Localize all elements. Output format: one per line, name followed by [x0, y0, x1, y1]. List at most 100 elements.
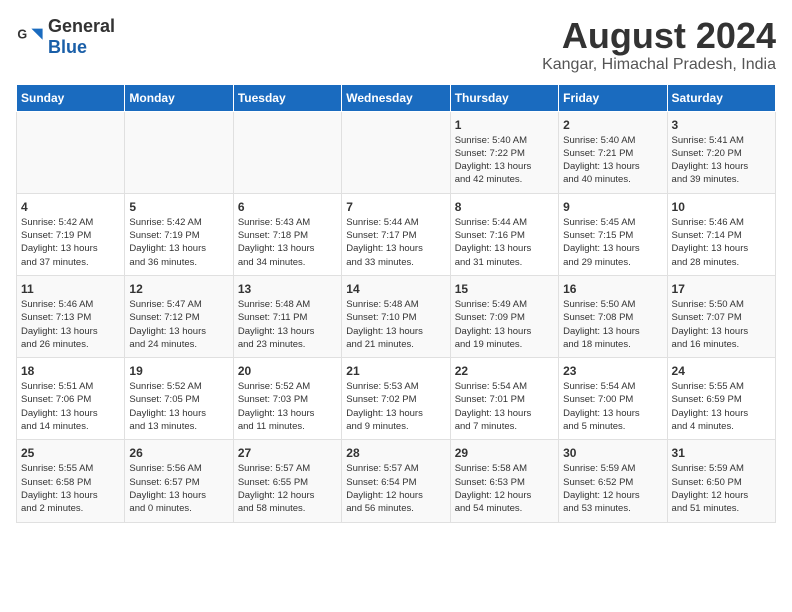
calendar-cell	[342, 111, 450, 193]
calendar-cell: 1 Sunrise: 5:40 AM Sunset: 7:22 PM Daylig…	[450, 111, 558, 193]
day-number: 6	[238, 200, 337, 214]
day-number: 17	[672, 282, 771, 296]
calendar-header: SundayMondayTuesdayWednesdayThursdayFrid…	[17, 84, 776, 111]
calendar-body: 1 Sunrise: 5:40 AM Sunset: 7:22 PM Daylig…	[17, 111, 776, 522]
day-content: Sunrise: 5:45 AM Sunset: 7:15 PM Dayligh…	[563, 216, 662, 269]
weekday-header-friday: Friday	[559, 84, 667, 111]
day-content: Sunrise: 5:49 AM Sunset: 7:09 PM Dayligh…	[455, 298, 554, 351]
day-number: 28	[346, 446, 445, 460]
calendar-cell: 12 Sunrise: 5:47 AM Sunset: 7:12 PM Dayli…	[125, 275, 233, 357]
calendar-cell: 11 Sunrise: 5:46 AM Sunset: 7:13 PM Dayli…	[17, 275, 125, 357]
day-number: 3	[672, 118, 771, 132]
weekday-header-wednesday: Wednesday	[342, 84, 450, 111]
day-content: Sunrise: 5:54 AM Sunset: 7:01 PM Dayligh…	[455, 380, 554, 433]
weekday-header-saturday: Saturday	[667, 84, 775, 111]
calendar-week-5: 25Sunrise: 5:55 AM Sunset: 6:58 PM Dayli…	[17, 440, 776, 522]
day-content: Sunrise: 5:44 AM Sunset: 7:16 PM Dayligh…	[455, 216, 554, 269]
calendar-cell: 2Sunrise: 5:40 AM Sunset: 7:21 PM Daylig…	[559, 111, 667, 193]
calendar-cell: 23 Sunrise: 5:54 AM Sunset: 7:00 PM Dayli…	[559, 358, 667, 440]
day-number: 21	[346, 364, 445, 378]
day-content: Sunrise: 5:54 AM Sunset: 7:00 PM Dayligh…	[563, 380, 662, 433]
day-content: Sunrise: 5:59 AM Sunset: 6:52 PM Dayligh…	[563, 462, 662, 515]
day-number: 11	[21, 282, 120, 296]
day-content: Sunrise: 5:57 AM Sunset: 6:54 PM Dayligh…	[346, 462, 445, 515]
calendar-cell	[233, 111, 341, 193]
day-content: Sunrise: 5:51 AM Sunset: 7:06 PM Dayligh…	[21, 380, 120, 433]
calendar-week-2: 4 Sunrise: 5:42 AM Sunset: 7:19 PM Daylig…	[17, 193, 776, 275]
day-content: Sunrise: 5:48 AM Sunset: 7:11 PM Dayligh…	[238, 298, 337, 351]
weekday-header-monday: Monday	[125, 84, 233, 111]
day-number: 15	[455, 282, 554, 296]
day-number: 19	[129, 364, 228, 378]
title-area: August 2024 Kangar, Himachal Pradesh, In…	[542, 16, 776, 74]
day-number: 20	[238, 364, 337, 378]
calendar-table: SundayMondayTuesdayWednesdayThursdayFrid…	[16, 84, 776, 523]
header: G General Blue August 2024 Kangar, Himac…	[16, 16, 776, 74]
day-number: 22	[455, 364, 554, 378]
day-content: Sunrise: 5:58 AM Sunset: 6:53 PM Dayligh…	[455, 462, 554, 515]
weekday-header-tuesday: Tuesday	[233, 84, 341, 111]
day-content: Sunrise: 5:43 AM Sunset: 7:18 PM Dayligh…	[238, 216, 337, 269]
day-number: 10	[672, 200, 771, 214]
calendar-cell: 8 Sunrise: 5:44 AM Sunset: 7:16 PM Daylig…	[450, 193, 558, 275]
day-content: Sunrise: 5:50 AM Sunset: 7:07 PM Dayligh…	[672, 298, 771, 351]
day-number: 23	[563, 364, 662, 378]
calendar-cell: 29Sunrise: 5:58 AM Sunset: 6:53 PM Dayli…	[450, 440, 558, 522]
calendar-week-4: 18Sunrise: 5:51 AM Sunset: 7:06 PM Dayli…	[17, 358, 776, 440]
day-number: 24	[672, 364, 771, 378]
day-content: Sunrise: 5:55 AM Sunset: 6:58 PM Dayligh…	[21, 462, 120, 515]
day-content: Sunrise: 5:44 AM Sunset: 7:17 PM Dayligh…	[346, 216, 445, 269]
calendar-cell: 22 Sunrise: 5:54 AM Sunset: 7:01 PM Dayli…	[450, 358, 558, 440]
calendar-cell: 24Sunrise: 5:55 AM Sunset: 6:59 PM Dayli…	[667, 358, 775, 440]
day-content: Sunrise: 5:52 AM Sunset: 7:03 PM Dayligh…	[238, 380, 337, 433]
calendar-cell: 10Sunrise: 5:46 AM Sunset: 7:14 PM Dayli…	[667, 193, 775, 275]
calendar-cell: 13Sunrise: 5:48 AM Sunset: 7:11 PM Dayli…	[233, 275, 341, 357]
day-number: 8	[455, 200, 554, 214]
day-number: 1	[455, 118, 554, 132]
day-content: Sunrise: 5:42 AM Sunset: 7:19 PM Dayligh…	[21, 216, 120, 269]
day-content: Sunrise: 5:40 AM Sunset: 7:21 PM Dayligh…	[563, 134, 662, 187]
weekday-header-row: SundayMondayTuesdayWednesdayThursdayFrid…	[17, 84, 776, 111]
day-content: Sunrise: 5:53 AM Sunset: 7:02 PM Dayligh…	[346, 380, 445, 433]
calendar-cell: 17 Sunrise: 5:50 AM Sunset: 7:07 PM Dayli…	[667, 275, 775, 357]
day-content: Sunrise: 5:57 AM Sunset: 6:55 PM Dayligh…	[238, 462, 337, 515]
day-number: 7	[346, 200, 445, 214]
calendar-cell: 31Sunrise: 5:59 AM Sunset: 6:50 PM Dayli…	[667, 440, 775, 522]
calendar-cell: 9 Sunrise: 5:45 AM Sunset: 7:15 PM Daylig…	[559, 193, 667, 275]
day-content: Sunrise: 5:40 AM Sunset: 7:22 PM Dayligh…	[455, 134, 554, 187]
day-number: 5	[129, 200, 228, 214]
calendar-cell: 28 Sunrise: 5:57 AM Sunset: 6:54 PM Dayli…	[342, 440, 450, 522]
day-number: 9	[563, 200, 662, 214]
calendar-cell: 5Sunrise: 5:42 AM Sunset: 7:19 PM Daylig…	[125, 193, 233, 275]
day-content: Sunrise: 5:56 AM Sunset: 6:57 PM Dayligh…	[129, 462, 228, 515]
calendar-cell: 26Sunrise: 5:56 AM Sunset: 6:57 PM Dayli…	[125, 440, 233, 522]
calendar-week-3: 11 Sunrise: 5:46 AM Sunset: 7:13 PM Dayli…	[17, 275, 776, 357]
calendar-cell: 18Sunrise: 5:51 AM Sunset: 7:06 PM Dayli…	[17, 358, 125, 440]
calendar-week-1: 1 Sunrise: 5:40 AM Sunset: 7:22 PM Daylig…	[17, 111, 776, 193]
day-content: Sunrise: 5:46 AM Sunset: 7:13 PM Dayligh…	[21, 298, 120, 351]
day-number: 12	[129, 282, 228, 296]
calendar-cell: 19 Sunrise: 5:52 AM Sunset: 7:05 PM Dayli…	[125, 358, 233, 440]
day-content: Sunrise: 5:50 AM Sunset: 7:08 PM Dayligh…	[563, 298, 662, 351]
calendar-cell: 7 Sunrise: 5:44 AM Sunset: 7:17 PM Daylig…	[342, 193, 450, 275]
day-content: Sunrise: 5:47 AM Sunset: 7:12 PM Dayligh…	[129, 298, 228, 351]
location-title: Kangar, Himachal Pradesh, India	[542, 56, 776, 74]
day-number: 4	[21, 200, 120, 214]
logo-icon: G	[16, 23, 44, 51]
calendar-cell: 20 Sunrise: 5:52 AM Sunset: 7:03 PM Dayli…	[233, 358, 341, 440]
calendar-cell: 30 Sunrise: 5:59 AM Sunset: 6:52 PM Dayli…	[559, 440, 667, 522]
calendar-cell: 4 Sunrise: 5:42 AM Sunset: 7:19 PM Daylig…	[17, 193, 125, 275]
day-number: 31	[672, 446, 771, 460]
calendar-cell: 15 Sunrise: 5:49 AM Sunset: 7:09 PM Dayli…	[450, 275, 558, 357]
logo: G General Blue	[16, 16, 115, 58]
svg-text:G: G	[17, 27, 27, 41]
calendar-cell: 14Sunrise: 5:48 AM Sunset: 7:10 PM Dayli…	[342, 275, 450, 357]
weekday-header-thursday: Thursday	[450, 84, 558, 111]
day-number: 30	[563, 446, 662, 460]
day-number: 14	[346, 282, 445, 296]
day-content: Sunrise: 5:52 AM Sunset: 7:05 PM Dayligh…	[129, 380, 228, 433]
calendar-cell: 6 Sunrise: 5:43 AM Sunset: 7:18 PM Daylig…	[233, 193, 341, 275]
calendar-cell: 27Sunrise: 5:57 AM Sunset: 6:55 PM Dayli…	[233, 440, 341, 522]
logo-general: General	[48, 16, 115, 36]
calendar-cell: 16Sunrise: 5:50 AM Sunset: 7:08 PM Dayli…	[559, 275, 667, 357]
